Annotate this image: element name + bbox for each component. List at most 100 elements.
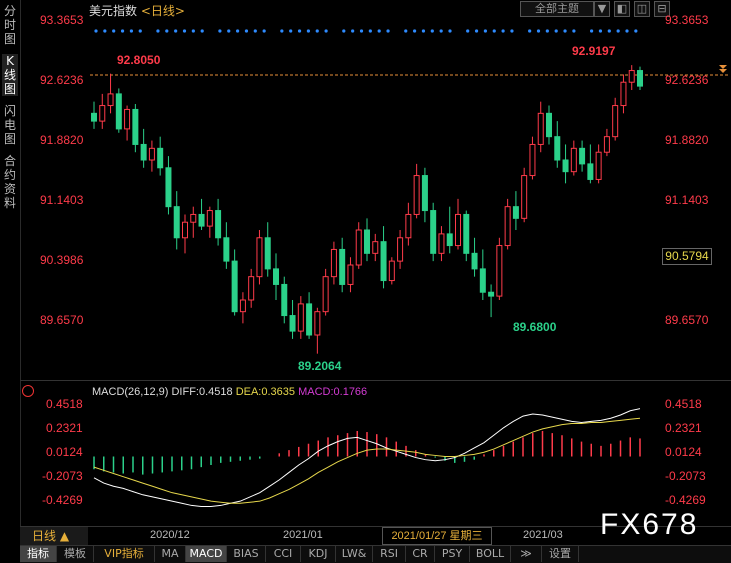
tab-macd[interactable]: MACD <box>186 546 227 562</box>
candle-body <box>239 299 246 313</box>
signal-dot <box>94 29 98 33</box>
candle-body <box>190 213 197 223</box>
macd-label-left: 0.2321 <box>46 421 83 435</box>
candle-body <box>182 221 188 239</box>
tab-rsi[interactable]: RSI <box>373 546 406 562</box>
signal-dot <box>377 29 381 33</box>
signal-dot <box>156 29 160 33</box>
candle-body <box>124 108 131 130</box>
signal-dot <box>244 29 249 33</box>
macd-label-right: 0.2321 <box>665 421 702 435</box>
tab-indicator[interactable]: 指标 <box>20 546 57 562</box>
signal-dot <box>227 29 231 33</box>
signal-dot <box>200 29 204 33</box>
candle-body <box>223 237 230 262</box>
signal-dot <box>598 29 603 33</box>
signal-dot <box>430 29 434 33</box>
candle-body <box>198 213 205 227</box>
tab-kdj[interactable]: KDJ <box>301 546 336 562</box>
signal-dot <box>324 29 328 33</box>
candle-body <box>91 112 97 122</box>
candle-body <box>463 213 470 254</box>
tab-template[interactable]: 模板 <box>57 546 94 562</box>
signal-dot <box>474 29 479 33</box>
tab-boll[interactable]: BOLL <box>470 546 511 562</box>
signal-dot <box>492 29 496 33</box>
candle-body <box>330 248 337 278</box>
candle-body <box>289 315 296 332</box>
candle-body <box>479 268 486 293</box>
period-button[interactable]: 日线 ▲ <box>20 527 88 545</box>
candle-body <box>99 105 106 122</box>
candle-body <box>339 248 346 285</box>
signal-dot <box>315 29 319 33</box>
candle-body <box>173 206 180 239</box>
candle-body <box>314 311 321 336</box>
macd-label-right: 0.0124 <box>665 445 702 459</box>
close-icon[interactable] <box>22 385 34 397</box>
signal-dot <box>554 29 558 33</box>
candle-body <box>595 151 602 180</box>
macd-params: MACD(26,12,9) <box>92 386 169 398</box>
signal-dot <box>103 29 107 33</box>
date-label: 2021/01 <box>283 529 323 541</box>
tab-lw[interactable]: LW& <box>336 546 373 562</box>
candle-body <box>570 147 577 173</box>
candle-body <box>264 237 271 270</box>
tab-vip-indicator[interactable]: VIP指标 <box>94 546 155 562</box>
macd-label-left: 0.0124 <box>46 445 83 459</box>
annotation-low-1: 89.2064 <box>298 359 342 373</box>
candle-body <box>554 136 561 161</box>
signal-dot <box>236 29 240 33</box>
current-date-box: 2021/01/27 星期三 <box>382 527 492 545</box>
kline-chart[interactable] <box>0 0 731 562</box>
candle-body <box>512 206 519 219</box>
signal-dot <box>165 29 169 33</box>
candle-body <box>521 175 528 219</box>
candle-body <box>355 229 362 266</box>
signal-dot <box>129 29 133 33</box>
signal-dot <box>138 29 142 33</box>
candle-body <box>612 105 619 138</box>
tab-bias[interactable]: BIAS <box>227 546 266 562</box>
candle-body <box>248 276 255 301</box>
signal-dot <box>351 29 355 33</box>
signal-dot <box>191 29 195 33</box>
candle-body <box>546 112 552 138</box>
candle-body <box>413 175 420 215</box>
tab-settings[interactable]: 设置 <box>542 546 579 562</box>
signal-dot <box>448 29 452 33</box>
signal-dot <box>607 29 611 33</box>
candle-body <box>587 163 594 180</box>
annotation-high-right: 92.9197 <box>572 44 616 58</box>
candle-body <box>347 264 354 285</box>
period-button-label: 日线 ▲ <box>32 529 70 543</box>
tab-cci[interactable]: CCI <box>266 546 301 562</box>
candle-body <box>256 237 263 278</box>
signal-dot <box>528 29 532 33</box>
tab-more[interactable]: ≫ <box>511 546 542 562</box>
signal-dot <box>386 29 390 33</box>
macd-diff-line <box>93 408 641 507</box>
tab-cr[interactable]: CR <box>406 546 435 562</box>
signal-dot <box>634 29 638 33</box>
candle-body <box>322 276 329 313</box>
candle-body <box>372 241 379 254</box>
candle-body <box>157 147 164 169</box>
candle-body <box>529 143 536 177</box>
signal-dot <box>262 29 266 33</box>
candle-body <box>281 283 288 317</box>
signal-dot <box>289 29 293 33</box>
tab-psy[interactable]: PSY <box>435 546 470 562</box>
signal-dot <box>466 29 470 33</box>
date-label: 2021/03 <box>523 529 563 541</box>
candle-body <box>306 303 313 336</box>
signal-dot <box>421 29 426 33</box>
signal-dot <box>483 29 487 33</box>
watermark: FX678 <box>600 508 699 541</box>
candle-body <box>562 159 569 173</box>
signal-dot <box>368 29 372 33</box>
tab-ma[interactable]: MA <box>155 546 186 562</box>
candle-body <box>603 136 610 153</box>
candle-body <box>107 93 114 107</box>
